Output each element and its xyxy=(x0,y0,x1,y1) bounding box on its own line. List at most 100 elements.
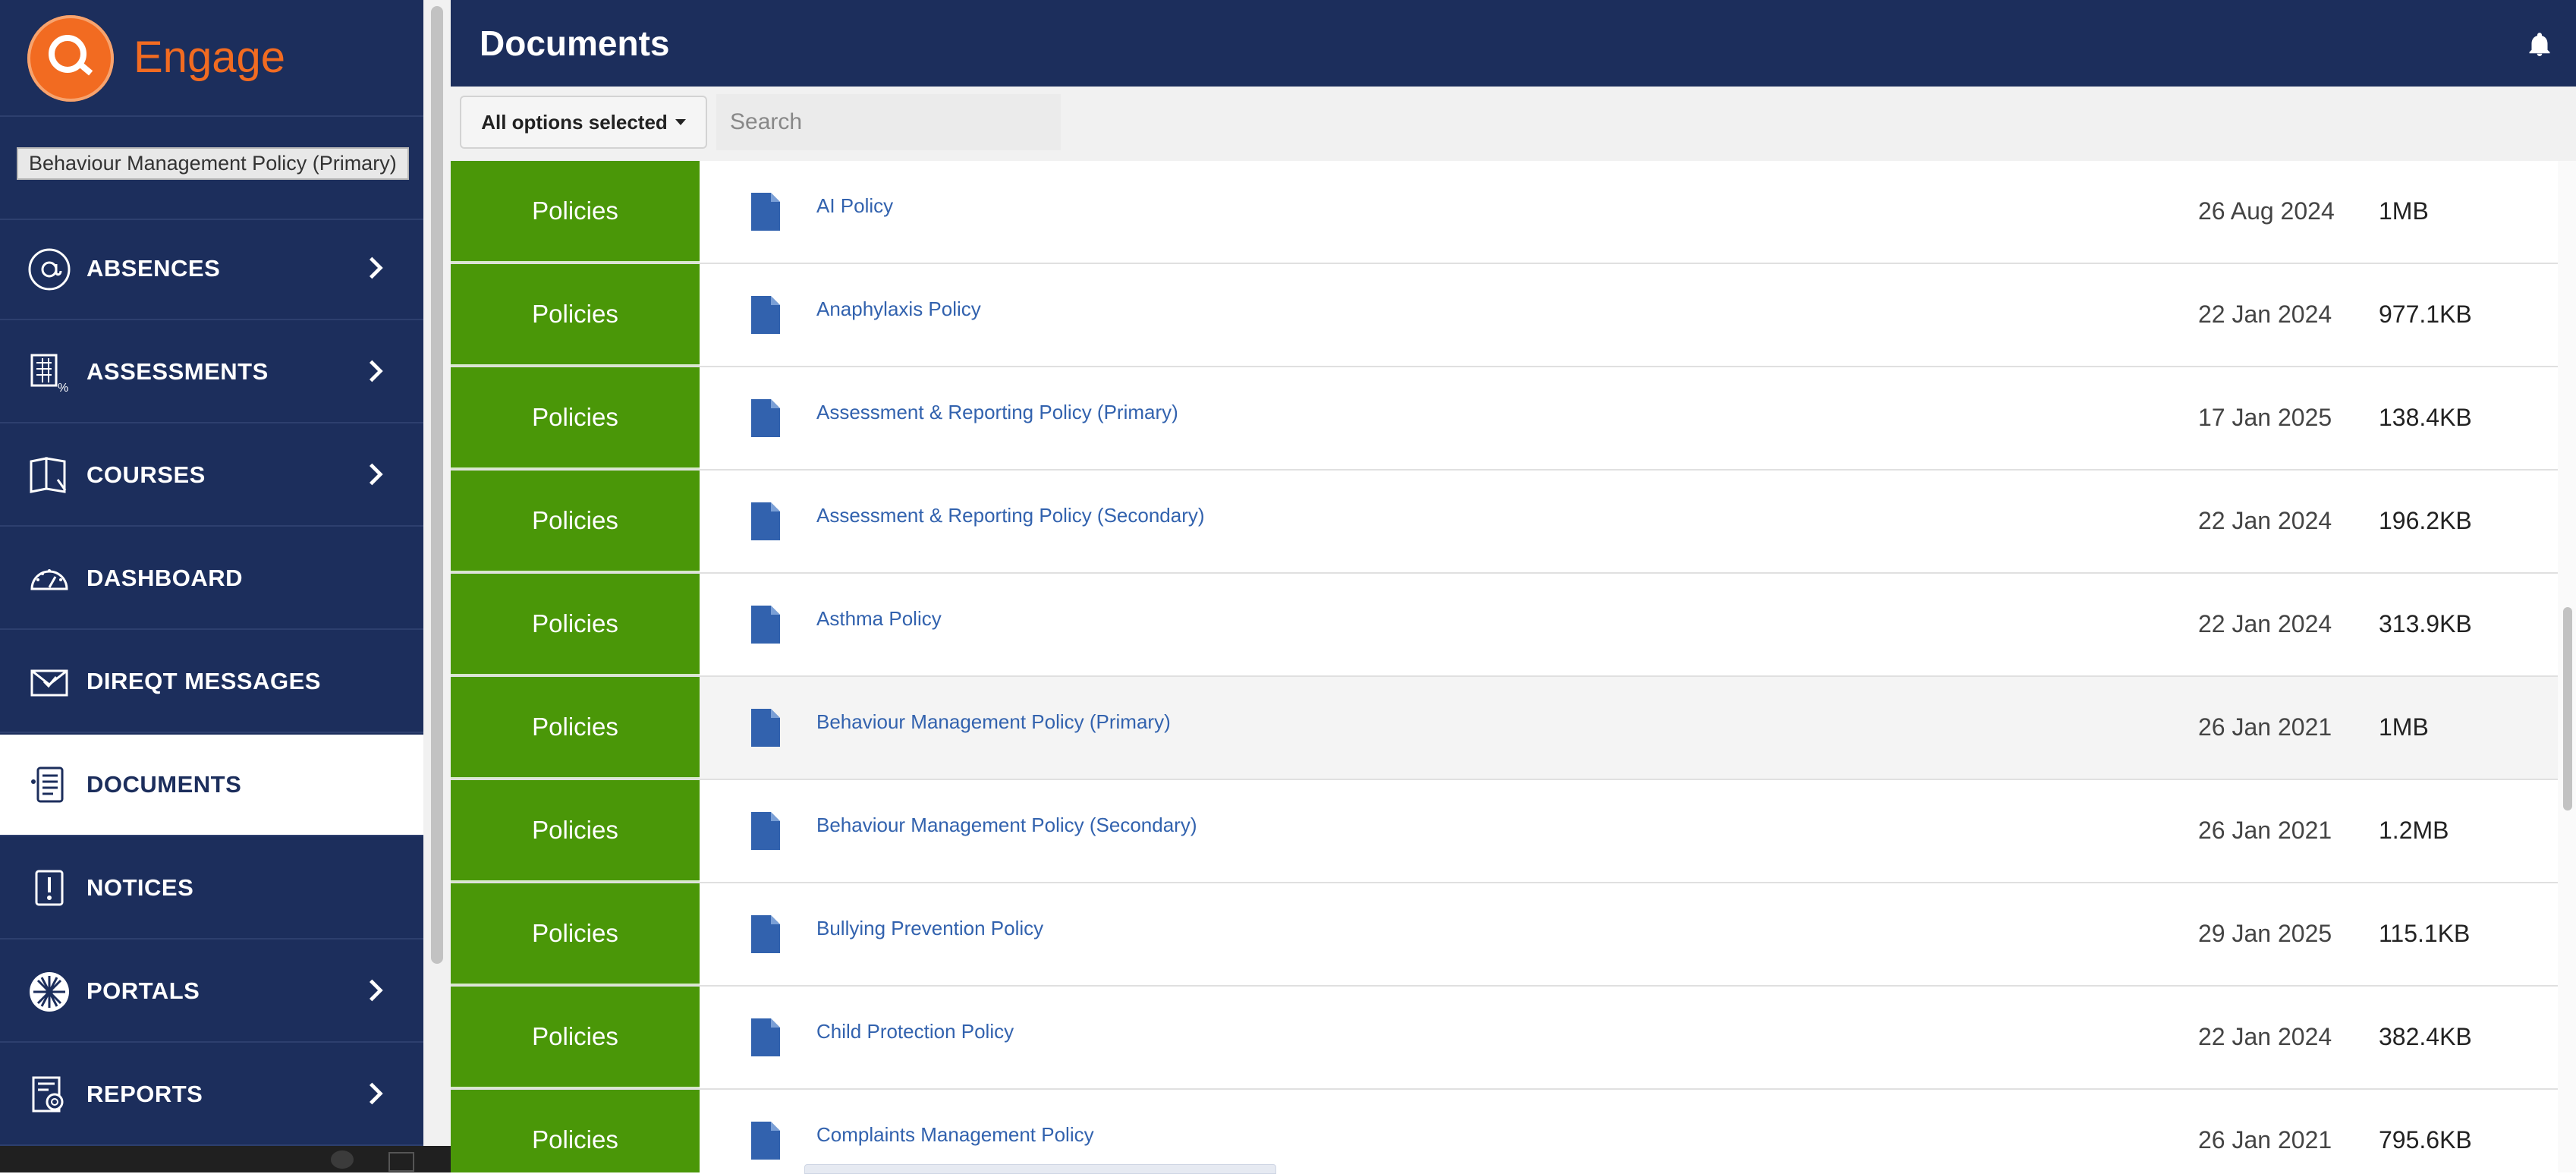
document-row[interactable]: Policies Anaphylaxis Policy 22 Jan 2024 977… xyxy=(451,264,2558,367)
portal-icon xyxy=(27,970,71,1014)
file-icon[interactable] xyxy=(750,191,782,232)
sidebar-item-label: NOTICES xyxy=(86,874,194,901)
document-date: 26 Jan 2021 xyxy=(2198,1126,2332,1154)
sidebar-item-label: ABSENCES xyxy=(86,255,221,282)
file-icon[interactable] xyxy=(750,501,782,542)
options-dropdown-label: All options selected xyxy=(481,110,668,134)
document-link[interactable]: Assessment & Reporting Policy (Secondary… xyxy=(816,504,1205,527)
sidebar-item-assessments[interactable]: % ASSESSMENTS xyxy=(0,322,423,423)
search-input[interactable] xyxy=(716,94,1061,150)
document-link[interactable]: Behaviour Management Policy (Secondary) xyxy=(816,814,1197,837)
document-link[interactable]: Bullying Prevention Policy xyxy=(816,917,1043,940)
document-link[interactable]: Assessment & Reporting Policy (Primary) xyxy=(816,401,1178,424)
document-row[interactable]: Policies Assessment & Reporting Policy (S… xyxy=(451,471,2558,574)
document-size: 1.2MB xyxy=(2379,817,2449,844)
document-list: Policies AI Policy 26 Aug 2024 1MB Policies A… xyxy=(451,161,2558,1172)
category-badge: Policies xyxy=(451,883,700,985)
document-link[interactable]: Complaints Management Policy xyxy=(816,1123,1094,1147)
document-row[interactable]: Policies Behaviour Management Policy (Sec… xyxy=(451,780,2558,883)
caret-down-icon xyxy=(675,119,686,125)
file-icon[interactable] xyxy=(750,810,782,851)
document-date: 26 Jan 2021 xyxy=(2198,713,2332,741)
bottom-panel-edge xyxy=(804,1164,1276,1174)
file-icon[interactable] xyxy=(750,398,782,439)
file-icon[interactable] xyxy=(750,1017,782,1058)
tooltip: Behaviour Management Policy (Primary) xyxy=(17,147,409,180)
logo[interactable]: Engage xyxy=(0,0,423,117)
chevron-right-icon[interactable] xyxy=(361,357,390,386)
category-badge: Policies xyxy=(451,677,700,779)
document-row[interactable]: Policies AI Policy 26 Aug 2024 1MB xyxy=(451,161,2558,264)
sidebar-item-documents[interactable]: DOCUMENTS xyxy=(0,735,423,836)
sidebar-item-absences[interactable]: ABSENCES xyxy=(0,219,423,320)
file-icon[interactable] xyxy=(750,1120,782,1161)
envelope-icon xyxy=(27,660,71,704)
taskbar-app-icon[interactable] xyxy=(331,1150,354,1169)
document-date: 17 Jan 2025 xyxy=(2198,404,2332,431)
sidebar-item-notices[interactable]: NOTICES xyxy=(0,838,423,940)
document-row[interactable]: Policies Assessment & Reporting Policy (P… xyxy=(451,367,2558,471)
notice-icon xyxy=(27,867,71,911)
sidebar-item-label: COURSES xyxy=(86,461,206,488)
taskbar-window-icon[interactable] xyxy=(388,1152,414,1172)
bell-icon[interactable] xyxy=(2526,30,2553,59)
chevron-right-icon[interactable] xyxy=(361,253,390,282)
chevron-right-icon[interactable] xyxy=(361,1079,390,1108)
document-link[interactable]: Anaphylaxis Policy xyxy=(816,297,981,321)
document-size: 196.2KB xyxy=(2379,507,2472,534)
document-date: 22 Jan 2024 xyxy=(2198,301,2332,328)
category-badge: Policies xyxy=(451,574,700,675)
document-link[interactable]: AI Policy xyxy=(816,194,893,218)
svg-text:%: % xyxy=(58,382,68,395)
document-date: 26 Aug 2024 xyxy=(2198,197,2335,225)
sidebar-item-label: DIREQT MESSAGES xyxy=(86,668,321,694)
book-icon xyxy=(27,454,71,498)
category-badge: Policies xyxy=(451,367,700,469)
sidebar-item-label: DOCUMENTS xyxy=(86,771,242,798)
document-date: 22 Jan 2024 xyxy=(2198,507,2332,534)
document-date: 22 Jan 2024 xyxy=(2198,610,2332,637)
gradebook-icon: % xyxy=(27,351,71,395)
category-badge: Policies xyxy=(451,161,700,263)
file-icon[interactable] xyxy=(750,294,782,335)
engage-logo-icon xyxy=(27,15,114,102)
document-link[interactable]: Asthma Policy xyxy=(816,607,942,631)
top-header: Documents xyxy=(451,0,2576,87)
document-date: 29 Jan 2025 xyxy=(2198,920,2332,947)
sidebar-item-label: REPORTS xyxy=(86,1081,203,1107)
options-dropdown-button[interactable]: All options selected xyxy=(460,96,707,149)
document-date: 22 Jan 2024 xyxy=(2198,1023,2332,1050)
report-icon xyxy=(27,1073,71,1117)
document-row[interactable]: Policies Behaviour Management Policy (Pri… xyxy=(451,677,2558,780)
file-icon[interactable] xyxy=(750,707,782,748)
document-size: 1MB xyxy=(2379,197,2429,225)
sidebar-item-dashboard[interactable]: DASHBOARD xyxy=(0,528,423,630)
document-row[interactable]: Policies Bullying Prevention Policy 29 Jan… xyxy=(451,883,2558,987)
document-size: 382.4KB xyxy=(2379,1023,2472,1050)
at-sign-icon xyxy=(27,247,71,291)
chevron-right-icon[interactable] xyxy=(361,460,390,489)
document-size: 795.6KB xyxy=(2379,1126,2472,1154)
category-badge: Policies xyxy=(451,264,700,366)
sidebar-scrollbar-thumb[interactable] xyxy=(431,6,443,964)
document-row[interactable]: Policies Asthma Policy 22 Jan 2024 313.9KB xyxy=(451,574,2558,677)
page-title: Documents xyxy=(480,24,670,63)
document-row[interactable]: Policies Complaints Management Policy 26 J… xyxy=(451,1090,2558,1172)
document-row[interactable]: Policies Child Protection Policy 22 Jan 20… xyxy=(451,987,2558,1090)
sidebar-item-reports[interactable]: REPORTS xyxy=(0,1044,423,1146)
document-link[interactable]: Child Protection Policy xyxy=(816,1020,1014,1043)
sidebar-item-portals[interactable]: PORTALS xyxy=(0,941,423,1043)
file-icon[interactable] xyxy=(750,914,782,955)
sidebar-item-courses[interactable]: COURSES xyxy=(0,425,423,527)
document-size: 977.1KB xyxy=(2379,301,2472,328)
document-size: 138.4KB xyxy=(2379,404,2472,431)
main-scrollbar-thumb[interactable] xyxy=(2563,607,2572,810)
taskbar xyxy=(0,1146,451,1172)
chevron-right-icon[interactable] xyxy=(361,976,390,1005)
sidebar-item-direqt-messages[interactable]: DIREQT MESSAGES xyxy=(0,631,423,733)
filter-bar: All options selected xyxy=(451,87,2576,162)
app-name: Engage xyxy=(134,33,285,82)
speedometer-icon xyxy=(27,557,71,601)
file-icon[interactable] xyxy=(750,604,782,645)
document-link[interactable]: Behaviour Management Policy (Primary) xyxy=(816,710,1171,734)
